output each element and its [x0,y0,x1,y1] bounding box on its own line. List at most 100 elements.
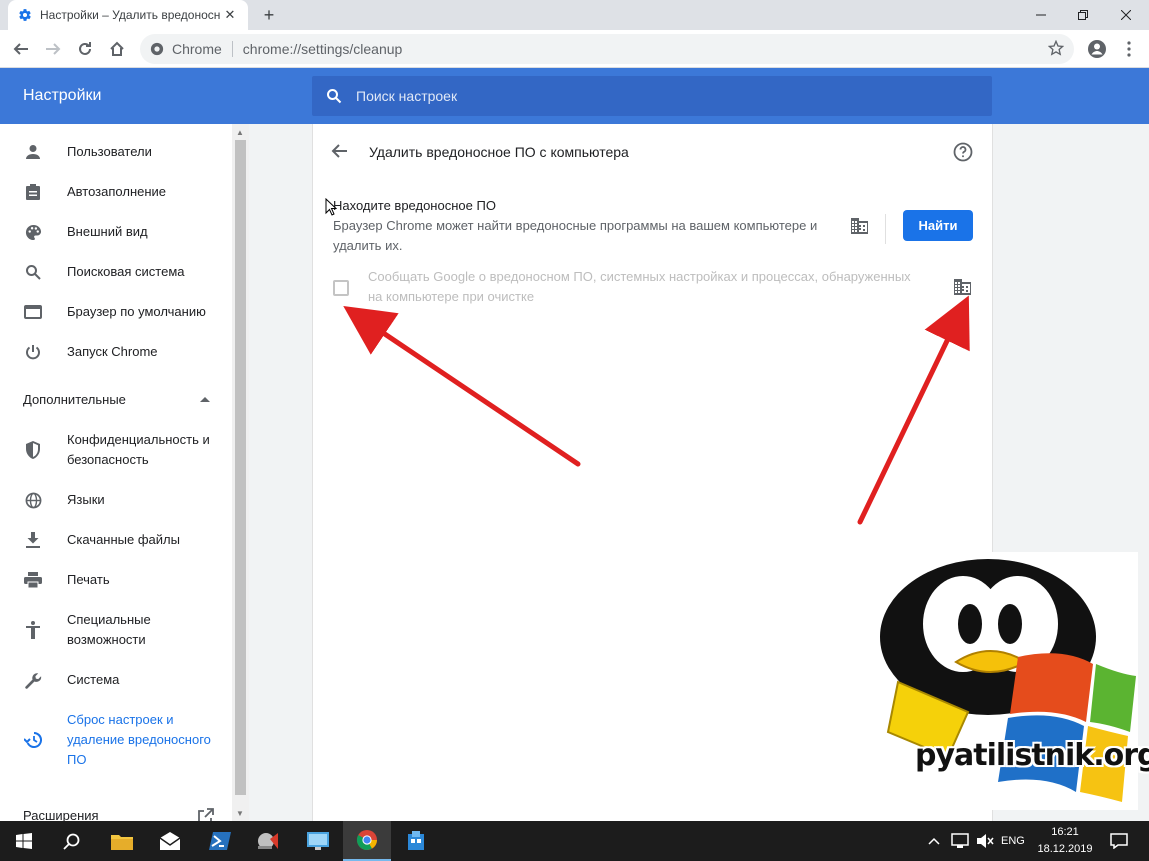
browser-icon [23,302,43,322]
advanced-section-toggle[interactable]: Дополнительные [23,392,126,407]
scroll-up-icon[interactable]: ▲ [236,128,244,137]
mail-button[interactable] [146,821,194,861]
reload-button[interactable] [73,37,97,61]
powershell-button[interactable] [196,821,244,861]
advanced-label: Дополнительные [23,392,126,407]
site-chip: Chrome [172,41,222,57]
printer-icon [23,570,43,590]
search-icon [63,833,80,850]
person-icon [23,142,43,162]
settings-search-input[interactable]: Поиск настроек [312,76,992,116]
chevron-up-icon[interactable] [200,396,210,402]
folder-icon [111,835,133,850]
sidebar-scrollbar[interactable]: ▲ ▼ [232,124,249,821]
globe-icon [23,490,43,510]
sidebar: Пользователи Автозаполнение Внешний вид … [0,124,232,821]
search-placeholder: Поиск настроек [356,88,458,104]
powershell-icon [209,832,231,850]
divider [885,214,886,244]
sidebar-item-label: Автозаполнение [67,184,167,199]
language-indicator[interactable]: ENG [1001,821,1025,861]
close-window-button-2[interactable] [1103,0,1149,30]
report-checkbox[interactable] [333,280,349,296]
omnibox-separator [231,41,233,57]
sidebar-item-label: Браузер по умолчанию [67,304,206,319]
close-tab-icon[interactable]: ✕ [222,7,238,23]
bookmark-star-icon[interactable] [1048,40,1064,56]
sidebar-item-label: Расширения [23,808,99,821]
url-text: chrome://settings/cleanup [242,41,403,57]
sidebar-item-label: Языки [67,492,105,507]
browser-toolbar: Chrome chrome://settings/cleanup [0,30,1149,68]
settings-title: Настройки [23,87,102,104]
monitor-icon [307,832,329,850]
find-button[interactable]: Найти [903,210,973,241]
profile-button[interactable] [1085,37,1109,61]
find-malware-description: Браузер Chrome может найти вредоносные п… [333,218,818,253]
app-button[interactable] [244,821,292,861]
tab-settings[interactable]: Настройки – Удалить вредоносн ✕ [8,0,248,30]
enterprise-policy-icon [954,279,971,295]
chrome-site-icon [150,42,164,56]
show-hidden-icons[interactable] [928,821,940,861]
palette-icon [23,222,43,242]
file-explorer-button[interactable] [98,821,146,861]
sidebar-item-label: Запуск Chrome [67,344,158,359]
sidebar-item-label: Внешний вид [67,224,148,239]
find-malware-title: Находите вредоносное ПО [333,198,496,213]
start-button[interactable] [0,821,48,861]
sidebar-item-label: Печать [67,572,110,587]
settings-header: Настройки Поиск настроек [0,68,1149,124]
volume-muted-icon [977,834,994,848]
network-tray-icon[interactable] [951,821,969,861]
tab-title: Настройки – Удалить вредоносн [40,8,221,22]
search-icon [327,89,342,104]
wrench-icon [23,670,43,690]
network-tool-icon [258,833,278,849]
sidebar-item-label: Поисковая система [67,264,185,279]
download-icon [23,530,43,550]
accessibility-icon [23,620,43,640]
arrow-back-icon[interactable] [331,142,349,160]
sidebar-item-label: Пользователи [67,144,152,159]
clipboard-icon [23,182,43,202]
notifications-button[interactable] [1110,821,1128,861]
menu-button[interactable] [1117,37,1141,61]
restore-button-2[interactable] [1060,0,1106,30]
scroll-down-icon[interactable]: ▼ [236,809,244,818]
chrome-icon [356,830,377,850]
restore-icon [23,730,43,750]
scrollbar-thumb[interactable] [235,140,246,795]
reload-icon [79,42,91,55]
app-button-2[interactable] [392,821,440,861]
search-taskbar-button[interactable] [48,821,96,861]
remote-desktop-button[interactable] [294,821,342,861]
chrome-taskbar-button[interactable] [343,821,391,861]
minimize-button-2[interactable] [1018,0,1064,30]
open-in-new-icon [198,808,214,821]
address-bar[interactable]: Chrome chrome://settings/cleanup [140,34,1074,64]
arrow-left-icon [13,43,28,55]
sidebar-item-label: Система [67,672,120,687]
new-tab-button[interactable]: + [258,4,280,26]
sidebar-item-label: Специальные возможности [67,612,151,647]
home-button[interactable] [105,37,129,61]
mail-icon [159,832,181,850]
help-icon[interactable] [953,142,973,162]
network-icon [951,833,969,848]
volume-tray-icon[interactable] [976,821,994,861]
clock[interactable]: 16:21 18.12.2019 [1033,824,1097,858]
arrow-right-icon [46,43,61,55]
back-button[interactable] [9,37,33,61]
minimize-icon [1036,14,1046,16]
page-title: Удалить вредоносное ПО с компьютера [369,144,629,160]
sidebar-item-label: Сброс настроек и удаление вредоносного П… [67,712,211,767]
report-checkbox-label: Сообщать Google о вредоносном ПО, систем… [368,269,911,304]
enterprise-policy-icon [851,218,868,234]
power-icon [23,342,43,362]
forward-button[interactable] [41,37,65,61]
search-icon [23,262,43,282]
windows-taskbar: ENG 16:21 18.12.2019 [0,821,1149,861]
home-icon [110,41,124,56]
account-icon [1088,40,1106,58]
